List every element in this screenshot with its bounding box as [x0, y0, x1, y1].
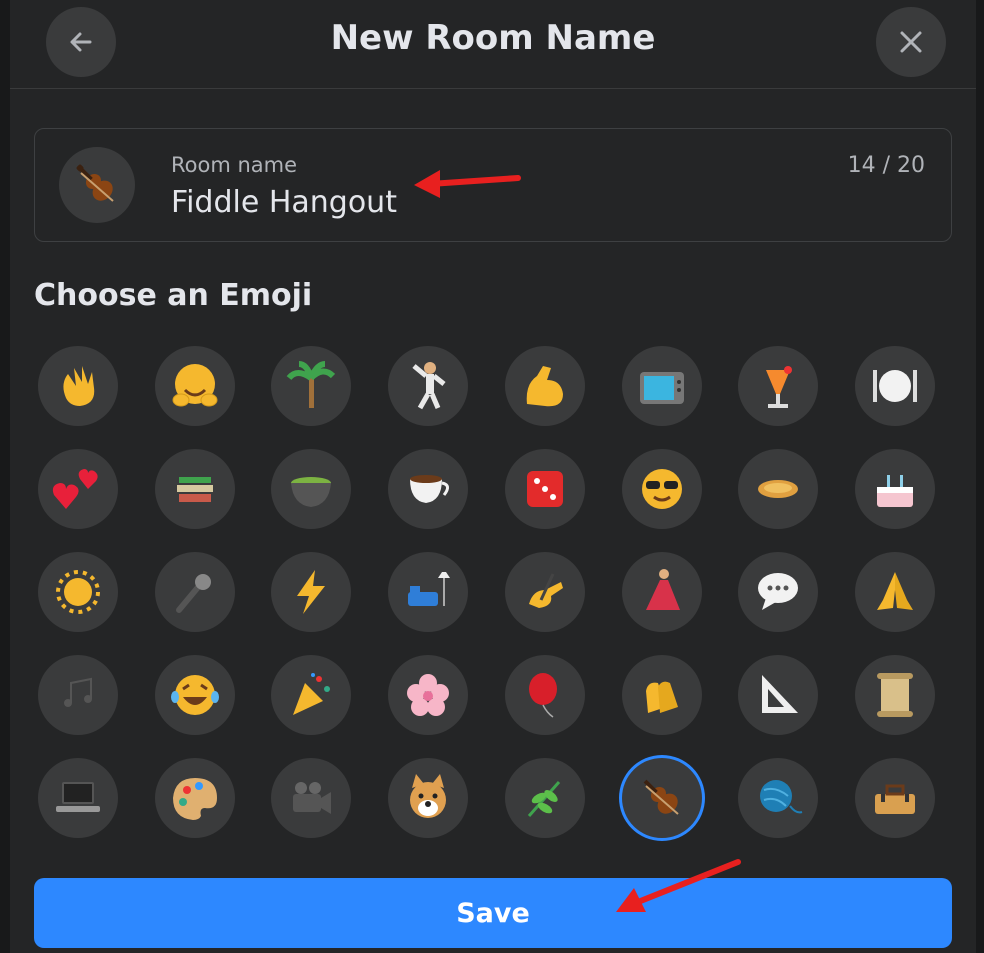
dice-icon	[527, 471, 563, 507]
toolbox-icon	[875, 784, 915, 814]
emoji-option-yarn-ball[interactable]	[738, 758, 818, 838]
laughing-tears-icon	[171, 675, 219, 715]
waving-hand-icon	[63, 366, 95, 406]
room-name-input[interactable]: Fiddle Hangout	[171, 185, 397, 220]
triangular-ruler-icon	[762, 675, 798, 713]
hugging-face-icon	[172, 364, 218, 407]
emoji-option-sun[interactable]	[38, 552, 118, 632]
emoji-option-couch-lamp[interactable]	[388, 552, 468, 632]
emoji-option-palm-tree[interactable]	[271, 346, 351, 426]
dancing-woman-icon	[646, 569, 680, 610]
emoji-option-violin[interactable]	[622, 758, 702, 838]
couch-lamp-icon	[408, 572, 450, 606]
emoji-option-scroll[interactable]	[855, 655, 935, 735]
flexed-biceps-icon	[526, 366, 563, 407]
emoji-option-microphone[interactable]	[155, 552, 235, 632]
emoji-option-artist-palette[interactable]	[155, 758, 235, 838]
emoji-option-fork-knife-plate[interactable]	[855, 346, 935, 426]
party-popper-icon	[293, 673, 330, 715]
emoji-option-tropical-drink[interactable]	[738, 346, 818, 426]
violin-icon	[76, 164, 114, 202]
clapping-hands-icon	[646, 681, 678, 713]
dialog-header: New Room Name	[10, 0, 976, 89]
palm-tree-icon	[286, 361, 336, 408]
room-name-field[interactable]: Room name Fiddle Hangout 14 / 20	[34, 128, 952, 242]
emoji-option-books[interactable]	[155, 449, 235, 529]
room-emoji-avatar	[59, 147, 135, 223]
yarn-ball-icon	[760, 780, 803, 814]
room-name-label: Room name	[171, 153, 298, 177]
scroll-icon	[877, 673, 913, 717]
sun-icon	[56, 570, 100, 614]
emoji-option-party-popper[interactable]	[271, 655, 351, 735]
emoji-option-hot-beverage[interactable]	[388, 449, 468, 529]
violin-icon	[643, 779, 679, 815]
birthday-cake-icon	[877, 475, 913, 507]
herb-icon	[527, 781, 561, 817]
close-button[interactable]	[876, 7, 946, 77]
emoji-option-high-voltage[interactable]	[271, 552, 351, 632]
emoji-option-dice[interactable]	[505, 449, 585, 529]
dancing-man-icon	[412, 362, 446, 410]
emoji-option-writing-hand[interactable]	[505, 552, 585, 632]
folded-hands-icon	[877, 572, 913, 610]
emoji-option-waving-hand[interactable]	[38, 346, 118, 426]
emoji-option-smiling-face-sunglasses[interactable]	[622, 449, 702, 529]
tropical-drink-icon	[766, 366, 792, 408]
laptop-icon	[56, 782, 100, 812]
close-icon	[900, 31, 922, 53]
books-icon	[177, 477, 213, 502]
emoji-option-toolbox[interactable]	[855, 758, 935, 838]
emoji-option-pot-of-food[interactable]	[271, 449, 351, 529]
emoji-option-speech-balloon[interactable]	[738, 552, 818, 632]
cherry-blossom-icon	[407, 674, 449, 716]
movie-camera-icon	[293, 782, 331, 814]
emoji-option-dancing-man[interactable]	[388, 346, 468, 426]
fork-knife-plate-icon	[873, 370, 917, 402]
emoji-option-clapping-hands[interactable]	[622, 655, 702, 735]
dialog-edge-right	[976, 0, 984, 953]
emoji-option-dancing-woman[interactable]	[622, 552, 702, 632]
two-hearts-icon	[52, 469, 98, 509]
pot-of-food-icon	[291, 477, 331, 507]
choose-emoji-heading: Choose an Emoji	[34, 278, 313, 313]
emoji-option-dog-face[interactable]	[388, 758, 468, 838]
speech-balloon-icon	[758, 573, 798, 610]
writing-hand-icon	[529, 573, 563, 608]
musical-notes-icon	[64, 677, 92, 707]
balloon-icon	[529, 673, 557, 718]
smiling-face-sunglasses-icon	[642, 469, 682, 509]
emoji-option-triangular-ruler[interactable]	[738, 655, 818, 735]
hot-beverage-icon	[410, 475, 449, 503]
character-count: 14 / 20	[847, 153, 925, 178]
emoji-option-television[interactable]	[622, 346, 702, 426]
emoji-option-hugging-face[interactable]	[155, 346, 235, 426]
dialog-edge-left	[0, 0, 10, 953]
dialog-title: New Room Name	[330, 18, 656, 58]
television-icon	[640, 372, 684, 404]
emoji-option-folded-hands[interactable]	[855, 552, 935, 632]
emoji-option-laptop[interactable]	[38, 758, 118, 838]
emoji-option-musical-notes[interactable]	[38, 655, 118, 735]
emoji-option-cherry-blossom[interactable]	[388, 655, 468, 735]
artist-palette-icon	[173, 778, 217, 820]
save-button[interactable]: Save	[34, 878, 952, 948]
emoji-option-balloon[interactable]	[505, 655, 585, 735]
emoji-option-laughing-tears[interactable]	[155, 655, 235, 735]
flatbread-icon	[758, 480, 798, 498]
microphone-icon	[176, 574, 211, 613]
emoji-option-flatbread[interactable]	[738, 449, 818, 529]
emoji-option-herb[interactable]	[505, 758, 585, 838]
emoji-option-flexed-biceps[interactable]	[505, 346, 585, 426]
emoji-option-birthday-cake[interactable]	[855, 449, 935, 529]
emoji-option-two-hearts[interactable]	[38, 449, 118, 529]
emoji-option-movie-camera[interactable]	[271, 758, 351, 838]
dog-face-icon	[410, 774, 446, 818]
high-voltage-icon	[297, 570, 325, 614]
